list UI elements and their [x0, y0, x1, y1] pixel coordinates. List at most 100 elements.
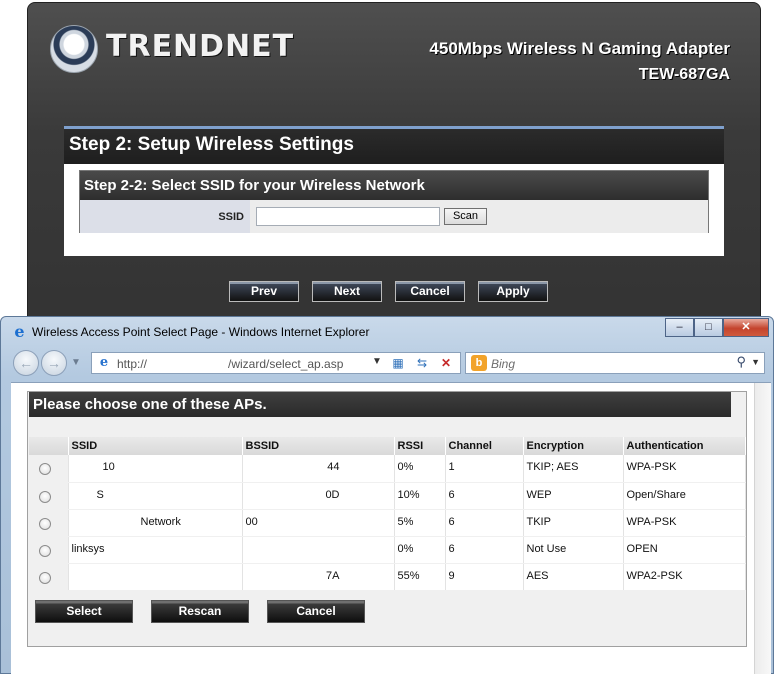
compat-icon[interactable]: ▦	[388, 354, 408, 372]
table-row[interactable]: S 0D 10% 6 WEP Open/Share	[29, 482, 746, 510]
address-dropdown-icon[interactable]: ▼	[372, 356, 382, 367]
ap-radio[interactable]	[39, 463, 51, 475]
radio-cell	[29, 563, 69, 591]
table-row[interactable]: 7A 55% 9 AES WPA2-PSK	[29, 563, 746, 591]
radio-cell	[29, 509, 69, 537]
ap-radio[interactable]	[39, 544, 51, 557]
table-row[interactable]: Network 00 5% 6 TKIP WPA-PSK	[29, 509, 746, 537]
ssid-cell: linksys	[68, 536, 243, 564]
search-dropdown-icon[interactable]: ▼	[751, 357, 760, 367]
search-box[interactable]: b Bing ⚲ ▼	[465, 352, 765, 374]
radio-cell	[29, 482, 69, 510]
rssi-cell: 5%	[394, 509, 446, 537]
cancel-button[interactable]: Cancel	[395, 281, 465, 302]
vertical-scrollbar[interactable]	[754, 383, 771, 674]
bing-icon: b	[471, 355, 487, 371]
bssid-cell: 7A	[242, 563, 395, 591]
maximize-icon[interactable]: □	[694, 318, 723, 337]
close-icon[interactable]: ✕	[723, 318, 769, 337]
authentication-cell: WPA2-PSK	[623, 563, 746, 591]
rssi-cell: 0%	[394, 536, 446, 564]
address-bar[interactable]: e http:// /wizard/select_ap.asp ▼ ▦ ⇆ ✕	[91, 352, 461, 374]
column-header-encryption: Encryption	[523, 437, 624, 455]
channel-cell: 9	[445, 563, 524, 591]
ap-radio[interactable]	[39, 517, 51, 530]
encryption-cell: TKIP	[523, 509, 624, 537]
ap-radio[interactable]	[39, 490, 51, 503]
minimize-icon[interactable]: –	[665, 318, 694, 337]
ssid-cell: 10	[68, 455, 243, 483]
prev-button[interactable]: Prev	[229, 281, 299, 302]
ie-icon: e	[14, 322, 25, 341]
channel-cell: 6	[445, 536, 524, 564]
encryption-cell: Not Use	[523, 536, 624, 564]
rssi-cell: 10%	[394, 482, 446, 510]
ap-radio[interactable]	[39, 571, 51, 584]
product-model: TEW-687GA	[638, 66, 730, 83]
bssid-cell: 44	[242, 455, 395, 483]
table-row[interactable]: linksys 0% 6 Not Use OPEN	[29, 536, 746, 564]
address-prefix: http://	[117, 357, 148, 371]
channel-cell: 6	[445, 482, 524, 510]
bssid-cell	[242, 536, 395, 564]
ap-table-header: SSID BSSID RSSI Channel Encryption Authe…	[29, 437, 746, 455]
window-controls: – □ ✕	[665, 318, 769, 337]
ap-table: SSID BSSID RSSI Channel Encryption Authe…	[29, 437, 746, 591]
window-title: Wireless Access Point Select Page - Wind…	[32, 325, 370, 339]
encryption-cell: WEP	[523, 482, 624, 510]
authentication-cell: Open/Share	[623, 482, 746, 510]
ie-window: e Wireless Access Point Select Page - Wi…	[0, 316, 774, 674]
column-header-authentication: Authentication	[623, 437, 746, 455]
ssid-panel: Step 2-2: Select SSID for your Wireless …	[79, 170, 709, 233]
ssid-cell: Network	[68, 509, 243, 537]
stop-icon[interactable]: ✕	[436, 354, 456, 372]
ssid-input[interactable]	[256, 207, 440, 226]
back-icon[interactable]: ←	[13, 350, 39, 376]
table-row[interactable]: 10 44 0% 1 TKIP; AES WPA-PSK	[29, 455, 746, 483]
rssi-cell: 55%	[394, 563, 446, 591]
ie-titlebar[interactable]: e Wireless Access Point Select Page - Wi…	[1, 317, 773, 345]
authentication-cell: WPA-PSK	[623, 509, 746, 537]
ie-navbar: ← → ▼ e http:// /wizard/select_ap.asp ▼ …	[1, 347, 773, 381]
select-button[interactable]: Select	[35, 600, 133, 623]
scan-button[interactable]: Scan	[444, 208, 487, 225]
ssid-label: SSID	[80, 200, 250, 233]
bssid-cell: 00	[242, 509, 395, 537]
page-icon: e	[99, 355, 109, 370]
router-admin-page: TRENDNET 450Mbps Wireless N Gaming Adapt…	[27, 2, 761, 332]
column-header-bssid: BSSID	[242, 437, 395, 455]
step-title: Step 2: Setup Wireless Settings	[64, 126, 724, 164]
rssi-cell: 0%	[394, 455, 446, 483]
encryption-cell: TKIP; AES	[523, 455, 624, 483]
logo-text: TRENDNET	[106, 29, 295, 64]
radio-cell	[29, 536, 69, 564]
ap-select-panel: Please choose one of these APs. SSID BSS…	[27, 391, 747, 647]
ap-header: Please choose one of these APs.	[29, 392, 731, 417]
channel-cell: 1	[445, 455, 524, 483]
ssid-cell: Scan	[250, 200, 708, 233]
ssid-row: SSID Scan	[80, 200, 708, 233]
substep-title: Step 2-2: Select SSID for your Wireless …	[80, 171, 708, 200]
ssid-cell	[68, 563, 243, 591]
encryption-cell: AES	[523, 563, 624, 591]
apply-button[interactable]: Apply	[478, 281, 548, 302]
history-dropdown-icon[interactable]: ▼	[71, 357, 81, 368]
cancel-ap-button[interactable]: Cancel	[267, 600, 365, 623]
column-header-ssid: SSID	[68, 437, 243, 455]
ssid-cell: S	[68, 482, 243, 510]
ie-content: Please choose one of these APs. SSID BSS…	[11, 382, 771, 674]
screen: TRENDNET 450Mbps Wireless N Gaming Adapt…	[0, 0, 774, 674]
next-button[interactable]: Next	[312, 281, 382, 302]
column-header-channel: Channel	[445, 437, 524, 455]
rescan-button[interactable]: Rescan	[151, 600, 249, 623]
address-path: /wizard/select_ap.asp	[228, 357, 344, 371]
radio-column-header	[29, 437, 69, 455]
refresh-icon[interactable]: ⇆	[412, 354, 432, 372]
search-icon[interactable]: ⚲	[736, 354, 746, 370]
trendnet-logo-icon	[50, 25, 98, 73]
bssid-cell: 0D	[242, 482, 395, 510]
trendnet-logo: TRENDNET	[50, 25, 310, 77]
forward-icon[interactable]: →	[41, 350, 67, 376]
search-placeholder: Bing	[491, 357, 516, 371]
authentication-cell: WPA-PSK	[623, 455, 746, 483]
